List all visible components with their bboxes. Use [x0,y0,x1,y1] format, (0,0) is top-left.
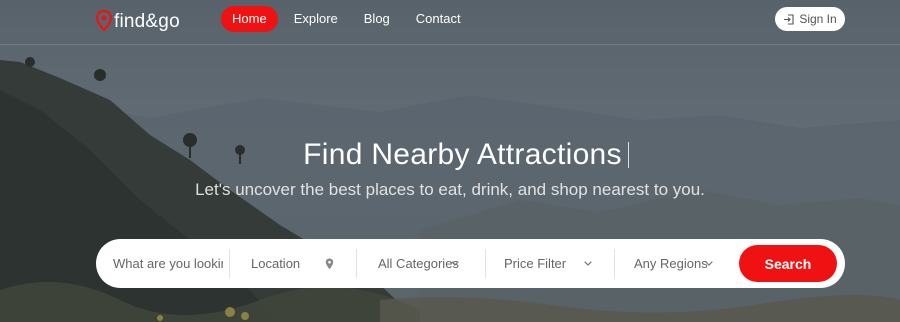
hero-headline: Find Nearby Attractions [0,138,900,172]
divider [614,249,615,278]
main-menu: Home Explore Blog Contact [221,6,477,32]
hero-subtitle: Let's uncover the best places to eat, dr… [195,180,705,199]
category-select[interactable]: All Categories [378,239,478,288]
category-label: All Categories [378,256,459,271]
region-label: Any Regions [634,256,708,271]
search-button[interactable]: Search [739,245,837,282]
chevron-down-icon [584,261,592,266]
logo[interactable]: find&go [96,8,180,36]
sign-in-icon [784,13,794,25]
map-pin-logo-icon [96,10,112,32]
chevron-down-icon [451,261,459,266]
hero-title: Find Nearby Attractions [303,138,629,172]
price-filter-label: Price Filter [504,256,567,271]
search-bar: Location All Categories Price Filter Any… [96,239,845,288]
map-pin-icon [325,258,334,270]
chevron-down-icon [705,261,713,266]
logo-text: find&go [114,11,180,32]
top-navbar: find&go Home Explore Blog Contact Sign I… [0,0,900,45]
keyword-field[interactable] [113,239,228,288]
hero-title-text: Find Nearby Attractions [303,138,622,171]
nav-home[interactable]: Home [221,6,278,32]
nav-blog[interactable]: Blog [354,6,400,32]
keyword-input[interactable] [113,256,223,271]
region-select[interactable]: Any Regions [634,239,734,288]
divider [485,249,486,278]
divider [356,249,357,278]
nav-contact[interactable]: Contact [406,6,471,32]
divider [229,249,230,278]
sign-in-button[interactable]: Sign In [775,7,845,31]
location-field[interactable]: Location [251,239,361,288]
typing-cursor [627,142,629,168]
sign-in-label: Sign In [799,12,837,26]
nav-explore[interactable]: Explore [284,6,348,32]
location-label: Location [251,256,301,271]
